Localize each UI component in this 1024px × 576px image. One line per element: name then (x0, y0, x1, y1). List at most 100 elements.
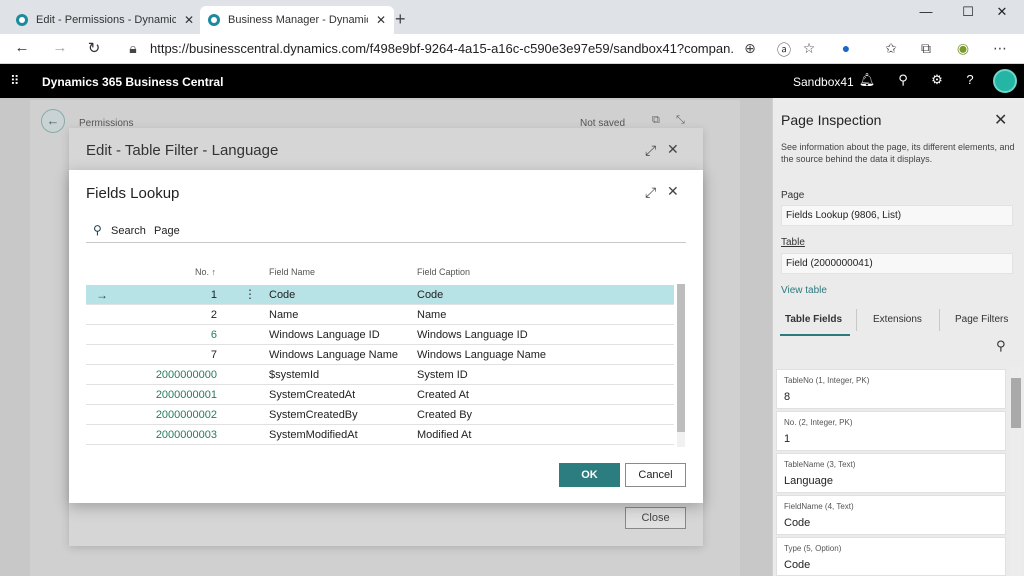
table-row[interactable]: 6 Windows Language ID Windows Language I… (86, 325, 674, 345)
column-header-no[interactable]: No. ↑ (195, 267, 216, 277)
cell-field-caption[interactable]: Code (417, 289, 443, 301)
cell-no[interactable]: 2 (137, 309, 217, 321)
field-label: TableName (3, Text) (784, 460, 856, 469)
cell-field-name[interactable]: Code (269, 289, 295, 301)
app-title[interactable]: Dynamics 365 Business Central (42, 75, 223, 89)
search-action[interactable]: Search (111, 225, 146, 237)
favorite-star-icon[interactable]: ☆ (800, 40, 818, 57)
back-arrow-icon[interactable]: ← (41, 109, 65, 133)
table-field-item[interactable]: Type (5, Option) Code (776, 537, 1006, 576)
back-arrow-icon[interactable]: ← (12, 39, 32, 56)
forward-arrow-icon[interactable]: → (50, 39, 70, 56)
cell-no[interactable]: 6 (137, 329, 217, 341)
page-action[interactable]: Page (154, 225, 180, 237)
app-launcher-icon[interactable]: ⠿ (10, 73, 20, 89)
table-row[interactable]: 2000000001 SystemCreatedAt Created At (86, 385, 674, 405)
table-row[interactable]: → 1 ⋮ Code Code (86, 285, 674, 305)
row-selector-arrow-icon: → (96, 288, 108, 302)
search-icon[interactable]: ⚲ (996, 338, 1006, 354)
search-icon[interactable]: ⚲ (93, 223, 102, 237)
table-label[interactable]: Table (781, 237, 805, 248)
table-row[interactable]: 2000000002 SystemCreatedBy Created By (86, 405, 674, 425)
read-aloud-icon[interactable]: ⓐ (775, 40, 793, 60)
notification-bell-icon[interactable]: 🔔︎ (858, 72, 876, 88)
cell-field-caption[interactable]: Modified At (417, 429, 471, 441)
column-header-field-name[interactable]: Field Name (269, 267, 315, 277)
cell-field-caption[interactable]: System ID (417, 369, 468, 381)
cell-no[interactable]: 1 (137, 289, 217, 301)
cell-no[interactable]: 2000000003 (137, 429, 217, 441)
table-field-item[interactable]: No. (2, Integer, PK) 1 (776, 411, 1006, 451)
new-tab-button[interactable]: + (395, 9, 406, 30)
table-field-item[interactable]: TableNo (1, Integer, PK) 8 (776, 369, 1006, 409)
pane-scrollbar-thumb[interactable] (1011, 378, 1021, 428)
cell-field-name[interactable]: Name (269, 309, 298, 321)
favorites-icon[interactable]: ✩ (882, 40, 900, 57)
ok-button[interactable]: OK (559, 463, 620, 487)
table-row[interactable]: 2000000000 $systemId System ID (86, 365, 674, 385)
window-close-icon[interactable]: ✕ (987, 4, 1017, 20)
cell-field-caption[interactable]: Created At (417, 389, 469, 401)
table-scrollbar-thumb[interactable] (677, 284, 685, 432)
column-header-field-caption[interactable]: Field Caption (417, 267, 470, 277)
close-icon[interactable]: ✕ (667, 183, 679, 200)
browser-tab-business-manager[interactable]: Business Manager - Dynamics 36 ✕ (200, 6, 395, 34)
field-value: 8 (784, 391, 791, 403)
more-menu-icon[interactable]: ⋯ (991, 40, 1009, 57)
zoom-icon[interactable]: ⊕ (741, 40, 759, 57)
expand-icon[interactable]: ⤢ (645, 184, 656, 201)
user-avatar[interactable] (993, 69, 1017, 93)
field-label: TableNo (1, Integer, PK) (784, 376, 870, 385)
maximize-icon[interactable]: ☐ (953, 4, 983, 20)
cell-field-name[interactable]: SystemCreatedBy (269, 409, 358, 421)
search-icon[interactable]: ⚲ (894, 72, 912, 88)
close-icon[interactable]: ✕ (667, 141, 679, 158)
close-icon[interactable]: ✕ (994, 110, 1007, 130)
close-button[interactable]: Close (625, 507, 686, 529)
dialog-title: Fields Lookup (86, 185, 180, 202)
cell-field-name[interactable]: Windows Language Name (269, 349, 398, 361)
tab-title: Edit - Permissions - Dynamics 36 (36, 14, 176, 26)
url-field[interactable]: https://businesscentral.dynamics.com/f49… (150, 41, 735, 56)
cell-field-caption[interactable]: Windows Language Name (417, 349, 546, 361)
refresh-icon[interactable]: ↻ (84, 39, 104, 57)
profile-icon[interactable]: ◉ (954, 40, 972, 57)
tab-page-filters[interactable]: Page Filters (955, 314, 1008, 325)
tab-extensions[interactable]: Extensions (873, 314, 922, 325)
collapse-icon[interactable]: ⤡ (676, 114, 685, 127)
help-icon[interactable]: ? (961, 72, 979, 87)
cancel-button[interactable]: Cancel (625, 463, 686, 487)
browser-tab-edit-permissions[interactable]: Edit - Permissions - Dynamics 36 ✕ (8, 6, 202, 34)
row-actions-icon[interactable]: ⋮ (244, 287, 256, 301)
tab-close-icon[interactable]: ✕ (376, 13, 386, 27)
cell-field-name[interactable]: $systemId (269, 369, 319, 381)
table-field-item[interactable]: TableName (3, Text) Language (776, 453, 1006, 493)
table-value-field: Field (2000000041) (781, 253, 1013, 274)
collections-icon[interactable]: ⧉ (917, 40, 935, 57)
cell-no[interactable]: 2000000002 (137, 409, 217, 421)
cell-field-name[interactable]: SystemModifiedAt (269, 429, 358, 441)
cell-field-caption[interactable]: Created By (417, 409, 472, 421)
cell-no[interactable]: 2000000001 (137, 389, 217, 401)
view-table-link[interactable]: View table (781, 285, 827, 296)
table-field-item[interactable]: FieldName (4, Text) Code (776, 495, 1006, 535)
settings-gear-icon[interactable]: ⚙ (928, 72, 946, 88)
tab-close-icon[interactable]: ✕ (184, 13, 194, 27)
open-new-window-icon[interactable]: ⧉ (652, 114, 660, 127)
table-row[interactable]: 2000000003 SystemModifiedAt Modified At (86, 425, 674, 445)
cell-field-name[interactable]: Windows Language ID (269, 329, 380, 341)
tab-table-fields[interactable]: Table Fields (785, 314, 842, 325)
lock-icon[interactable]: 🔒︎ (124, 40, 142, 57)
cell-no[interactable]: 7 (137, 349, 217, 361)
cell-field-caption[interactable]: Windows Language ID (417, 329, 528, 341)
environment-name[interactable]: Sandbox41 (793, 75, 854, 89)
table-row[interactable]: 2 Name Name (86, 305, 674, 325)
table-row[interactable]: 7 Windows Language Name Windows Language… (86, 345, 674, 365)
cell-field-name[interactable]: SystemCreatedAt (269, 389, 355, 401)
cell-no[interactable]: 2000000000 (137, 369, 217, 381)
expand-icon[interactable]: ⤢ (645, 142, 656, 159)
minimize-icon[interactable]: — (911, 4, 941, 19)
browser-extension-icon[interactable]: ● (837, 40, 855, 56)
active-tab-indicator (780, 334, 850, 336)
cell-field-caption[interactable]: Name (417, 309, 446, 321)
